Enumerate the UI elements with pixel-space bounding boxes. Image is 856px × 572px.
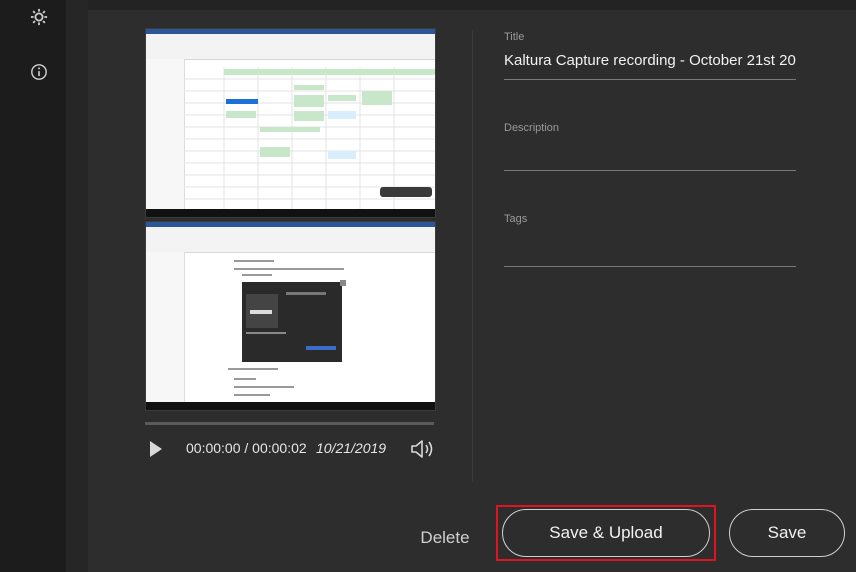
calendar-grid-graphic <box>184 67 435 209</box>
recording-thumbnail-calendar[interactable] <box>145 28 436 218</box>
sidebar-edge <box>66 0 88 572</box>
delete-button[interactable]: Delete <box>414 524 476 552</box>
title-underline <box>504 79 796 80</box>
thumb-taskbar <box>146 209 435 217</box>
save-upload-button[interactable]: Save & Upload <box>502 509 710 557</box>
save-button[interactable]: Save <box>729 509 845 557</box>
panel-divider <box>472 30 473 482</box>
description-label: Description <box>504 122 560 134</box>
title-input[interactable]: Kaltura Capture recording - October 21st… <box>504 52 796 69</box>
title-label: Title <box>504 31 525 43</box>
play-icon[interactable] <box>150 441 162 457</box>
description-underline <box>504 170 796 171</box>
info-icon[interactable] <box>28 61 50 83</box>
settings-icon[interactable] <box>28 6 50 28</box>
playback-timecode: 00:00:00 / 00:00:02 <box>186 440 307 456</box>
playback-progress-track[interactable] <box>145 422 434 425</box>
recording-date: 10/21/2019 <box>316 440 387 456</box>
top-strip <box>88 0 856 10</box>
tags-underline <box>504 266 796 267</box>
tags-label: Tags <box>504 213 528 225</box>
recording-thumbnail-document[interactable] <box>145 221 436 411</box>
document-page-graphic <box>228 260 346 396</box>
description-input[interactable] <box>504 142 796 168</box>
tags-input[interactable] <box>504 234 796 264</box>
sidebar <box>0 0 88 572</box>
thumb-taskbar <box>146 402 435 410</box>
volume-icon[interactable] <box>410 438 438 460</box>
